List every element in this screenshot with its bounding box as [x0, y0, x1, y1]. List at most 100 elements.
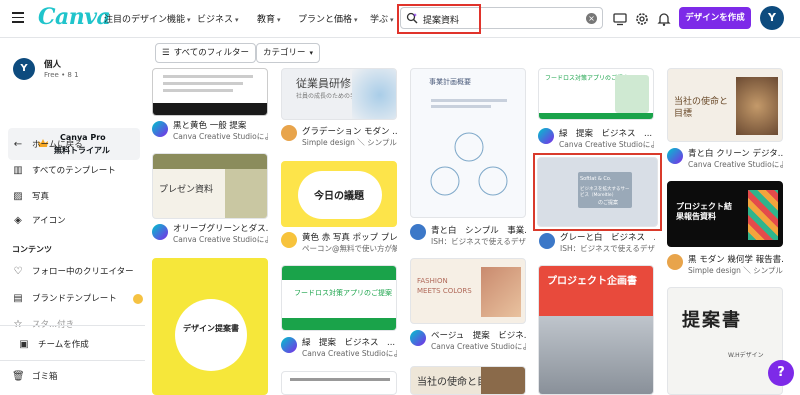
card-creator[interactable]: Canva Creative Studioによ... [431, 341, 526, 352]
nav-pricing[interactable]: プランと価格 ▾ [298, 12, 358, 25]
card-title[interactable]: 黄色 赤 写真 ポップ プレ... [302, 231, 397, 243]
thumb-text: FASHION MEETS COLORS [417, 277, 472, 295]
thumb-text: 事業計画概要 [429, 78, 471, 86]
template-thumbnail[interactable]: 当社の使命と目標 [410, 366, 526, 395]
sidebar-item-templates[interactable]: ▥ すべてのテンプレート [12, 164, 116, 176]
sidebar-item-home[interactable]: ← ホームに戻る [12, 138, 83, 150]
creator-avatar[interactable] [281, 125, 297, 141]
card-creator[interactable]: ISH：ビジネスで使えるデザ... [431, 236, 526, 247]
card-title[interactable]: グラデーション モダン ... [302, 125, 397, 137]
gear-icon[interactable] [634, 11, 650, 27]
template-thumbnail[interactable]: 提案書 W.Hデザイン [667, 287, 783, 395]
all-filters-button[interactable]: ☰ すべてのフィルター [155, 43, 257, 63]
sidebar: Y 個人 Free • 8 1 Canva Pro 無料トライアル ← ホームに戻… [0, 38, 145, 395]
card-title[interactable]: 緑 提案 ビジネス ... [302, 336, 397, 348]
sidebar-item-brand-templates[interactable]: ▤ ブランドテンプレート [12, 292, 144, 304]
card-title[interactable]: ベージュ 提案 ビジネ... [431, 329, 526, 341]
card-title[interactable]: オリーブグリーンとダス... [173, 222, 268, 234]
creator-avatar[interactable] [152, 121, 168, 137]
user-name: 個人 [44, 60, 62, 70]
card-creator[interactable]: Canva Creative Studioによ... [688, 159, 783, 170]
template-thumbnail[interactable]: フードロス対策アプリのご提案 [281, 265, 397, 331]
creator-avatar[interactable] [539, 233, 555, 249]
thumb-text: プロジェクト結果報告資料 [676, 202, 732, 222]
nav-education[interactable]: 教育 ▾ [257, 12, 281, 25]
menu-icon[interactable] [12, 12, 24, 24]
card-creator[interactable]: Simple design ＼ シンプルで... [688, 265, 783, 276]
thumb-text: プレゼン資料 [159, 185, 214, 195]
sidebar-item-following[interactable]: ♡ フォロー中のクリエイター [12, 265, 134, 277]
create-team-button[interactable]: ▣ チームを作成 [18, 338, 88, 350]
template-thumbnail[interactable] [281, 371, 397, 395]
card-creator[interactable]: Simple design ＼ シンプルで... [302, 137, 397, 148]
card-title[interactable]: 黒 モダン 幾何学 報告書... [688, 253, 783, 265]
chevron-down-icon: ▾ [390, 16, 394, 24]
creator-avatar[interactable] [152, 224, 168, 240]
chevron-down-icon: ▾ [187, 16, 191, 24]
template-thumbnail[interactable]: 従業員研修 社員の成長のための手引き [281, 68, 397, 120]
card-title[interactable]: 青と白 シンプル 事業... [431, 224, 526, 236]
sidebar-item-trash[interactable]: 🗑 ゴミ箱 [12, 370, 58, 382]
trash-icon: 🗑 [12, 371, 25, 382]
divider [0, 325, 145, 326]
template-icon: ▥ [13, 165, 23, 176]
nav-features[interactable]: 注目のデザイン機能 ▾ [104, 12, 191, 25]
card-creator[interactable]: Canva Creative Studioによ... [173, 234, 268, 245]
template-thumbnail[interactable] [152, 68, 268, 116]
creator-avatar[interactable] [410, 330, 426, 346]
sidebar-item-icons[interactable]: ◈ アイコン [12, 214, 65, 226]
bell-icon[interactable] [656, 11, 672, 27]
card-creator[interactable]: Canva Creative Studioによ... [302, 348, 397, 359]
template-thumbnail[interactable]: プロジェクト結果報告資料 [667, 181, 783, 247]
sidebar-item-photos[interactable]: ▨ 写真 [12, 190, 49, 202]
creator-avatar[interactable] [281, 232, 297, 248]
heart-icon: ♡ [13, 266, 23, 277]
create-design-button[interactable]: デザインを作成 [679, 7, 751, 29]
thumb-text: W.Hデザイン [728, 352, 764, 359]
card-creator[interactable]: Canva Creative Studioによ... [173, 131, 268, 142]
card-creator[interactable]: ペーコン@無料で使い方が解... [302, 243, 397, 254]
shapes-icon: ◈ [14, 215, 22, 226]
card-title[interactable]: 黒と黄色 一般 提案 [173, 119, 268, 131]
top-bar: Canva 注目のデザイン機能 ▾ ビジネス ▾ 教育 ▾ プランと価格 ▾ 学ぶ ▾ 提… [0, 0, 800, 38]
template-thumbnail[interactable]: プレゼン資料 [152, 153, 268, 219]
template-thumbnail[interactable]: 事業計画概要 [410, 68, 526, 218]
avatar[interactable]: Y [760, 6, 784, 30]
creator-avatar[interactable] [667, 254, 683, 270]
template-thumbnail[interactable]: プロジェクト企画書 [538, 265, 654, 395]
category-dropdown[interactable]: カテゴリー ▾ [256, 43, 321, 63]
template-thumbnail[interactable]: フードロス対策アプリのご提案 [538, 68, 654, 120]
thumb-text: プロジェクト企画書 [547, 276, 637, 287]
template-thumbnail[interactable]: 当社の使命と目標 [667, 68, 783, 142]
chevron-down-icon: ▾ [354, 16, 358, 24]
chevron-down-icon: ▾ [309, 49, 314, 57]
card-title[interactable]: 青と白 クリーン デジタ... [688, 147, 783, 159]
creator-avatar[interactable] [667, 148, 683, 164]
chevron-down-icon: ▾ [277, 16, 281, 24]
desktop-app-icon[interactable] [612, 11, 628, 27]
divider [0, 360, 145, 361]
user-avatar[interactable]: Y [13, 58, 35, 80]
filter-icon: ☰ [162, 48, 170, 58]
sidebar-item-starred[interactable]: ☆スタ...付き [12, 318, 75, 330]
creator-avatar[interactable] [538, 128, 554, 144]
canva-logo[interactable]: Canva [38, 4, 111, 30]
clear-search-icon[interactable]: × [586, 13, 597, 24]
thumb-text: フードロス対策アプリのご提案 [294, 289, 392, 297]
card-creator[interactable]: Canva Creative Studioによ... [559, 139, 654, 150]
help-button[interactable]: ? [768, 360, 794, 386]
template-thumbnail[interactable]: デザイン提案書 [152, 258, 268, 395]
nav-business[interactable]: ビジネス ▾ [197, 12, 239, 25]
template-thumbnail[interactable]: FASHION MEETS COLORS [410, 258, 526, 324]
card-title[interactable]: グレーと白 ビジネス ... [560, 231, 655, 243]
nav-learn[interactable]: 学ぶ ▾ [370, 12, 394, 25]
card-title[interactable]: 緑 提案 ビジネス ... [559, 127, 654, 139]
thumb-text: 今日の議題 [314, 191, 364, 202]
template-thumbnail[interactable]: 今日の議題 [281, 161, 397, 227]
arrow-left-icon: ← [13, 139, 23, 150]
photo-icon: ▨ [13, 191, 23, 202]
creator-avatar[interactable] [410, 224, 426, 240]
card-creator[interactable]: ISH：ビジネスで使えるデザ... [560, 243, 655, 254]
creator-avatar[interactable] [281, 337, 297, 353]
diagram-graphic [430, 132, 508, 196]
